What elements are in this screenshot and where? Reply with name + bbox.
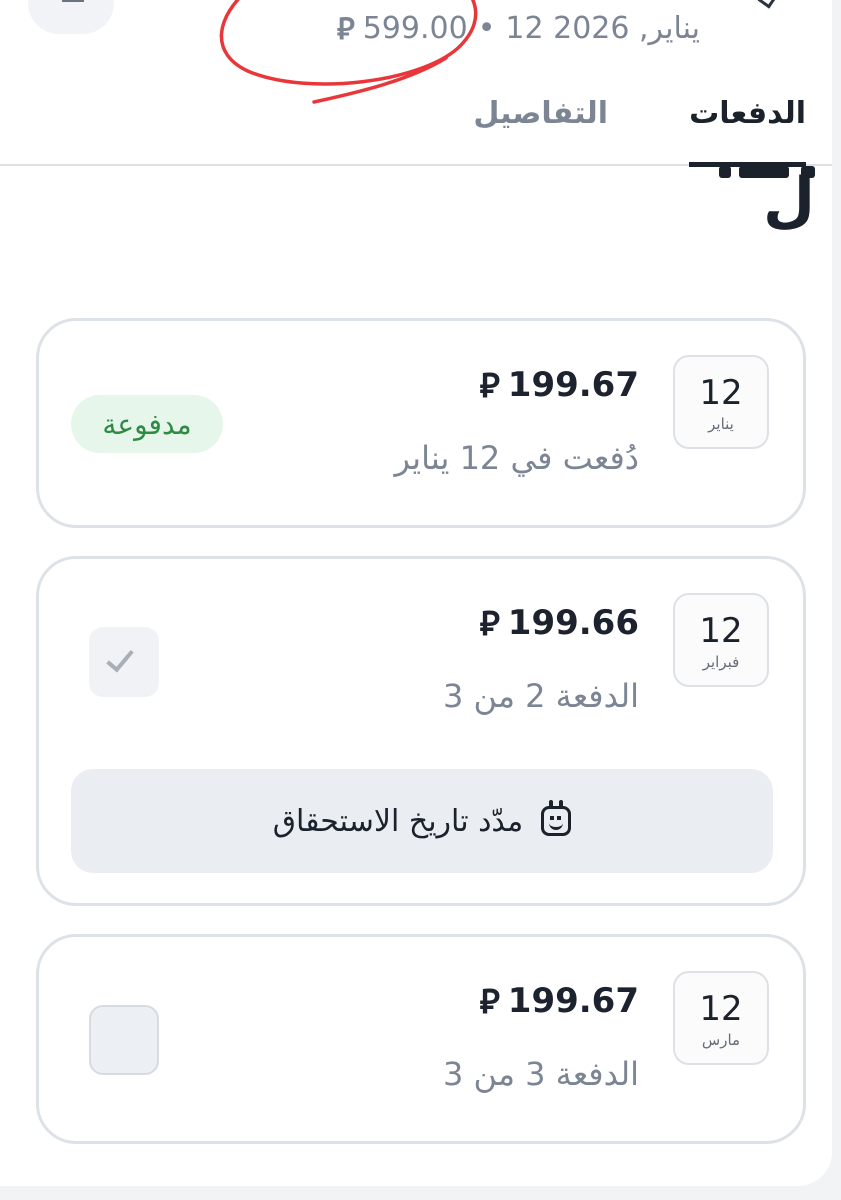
order-summary: 12 يناير, 2026 • 599.00 ⃁: [280, 8, 700, 48]
date-chip: 12 فبراير: [673, 593, 769, 687]
status-label: مدفوعة: [102, 407, 192, 441]
summary-separator: •: [477, 10, 496, 46]
payment-checkbox[interactable]: [89, 1005, 159, 1075]
riyal-icon: ⃁: [479, 982, 500, 1022]
tab-details-label: التفاصيل: [473, 96, 608, 131]
date-day: 12: [699, 989, 743, 1029]
date-chip: 12 يناير: [673, 355, 769, 449]
payment-amount: 199.67 ⃁: [480, 979, 639, 1023]
payment-subtitle: الدفعة 2 من 3: [442, 677, 639, 715]
date-chip: 12 مارس: [673, 971, 769, 1065]
payment-card-2: 12 فبراير 199.66 ⃁ الدفعة 2 من 3 مدّد تا…: [36, 556, 806, 906]
amount-value: 199.67: [507, 365, 639, 405]
status-badge: مدفوعة: [71, 395, 223, 453]
summary-amount: 599.00: [362, 10, 468, 46]
archive-icon: [62, 0, 84, 2]
amount-value: 199.66: [507, 603, 639, 643]
payment-card-3: 12 مارس 199.67 ⃁ الدفعة 3 من 3: [36, 934, 806, 1144]
tab-details[interactable]: التفاصيل: [473, 96, 608, 136]
extend-due-date-button[interactable]: مدّد تاريخ الاستحقاق: [71, 769, 773, 873]
payment-amount: 199.66 ⃁: [480, 601, 639, 645]
payment-subtitle: الدفعة 3 من 3: [442, 1055, 639, 1093]
amount-value: 199.67: [507, 981, 639, 1021]
date-month: يناير: [708, 415, 734, 433]
summary-date: 12 يناير, 2026: [505, 10, 700, 46]
date-month: فبراير: [702, 653, 740, 671]
clipped-heading: ل: [762, 165, 815, 235]
date-day: 12: [699, 611, 743, 651]
payment-checkbox[interactable]: [89, 627, 159, 697]
tab-payments-label: الدفعات: [689, 96, 806, 131]
payment-amount: 199.67 ⃁: [480, 363, 639, 407]
riyal-icon: ⃁: [479, 604, 500, 644]
date-day: 12: [699, 373, 743, 413]
tab-bar: الدفعات التفاصيل: [0, 82, 832, 167]
date-month: مارس: [701, 1031, 741, 1049]
summary-total: 599.00 ⃁: [337, 9, 468, 48]
payment-subtitle: دُفعت في 12 يناير: [394, 439, 639, 477]
check-icon: [106, 643, 134, 673]
riyal-icon: ⃁: [336, 11, 355, 47]
extend-due-date-label: مدّد تاريخ الاستحقاق: [272, 803, 524, 839]
riyal-icon: ⃁: [479, 366, 500, 406]
calendar-icon: [541, 800, 572, 836]
payment-card-1: 12 يناير 199.67 ⃁ دُفعت في 12 يناير مدفو…: [36, 318, 806, 528]
tab-payments[interactable]: الدفعات: [689, 96, 806, 167]
